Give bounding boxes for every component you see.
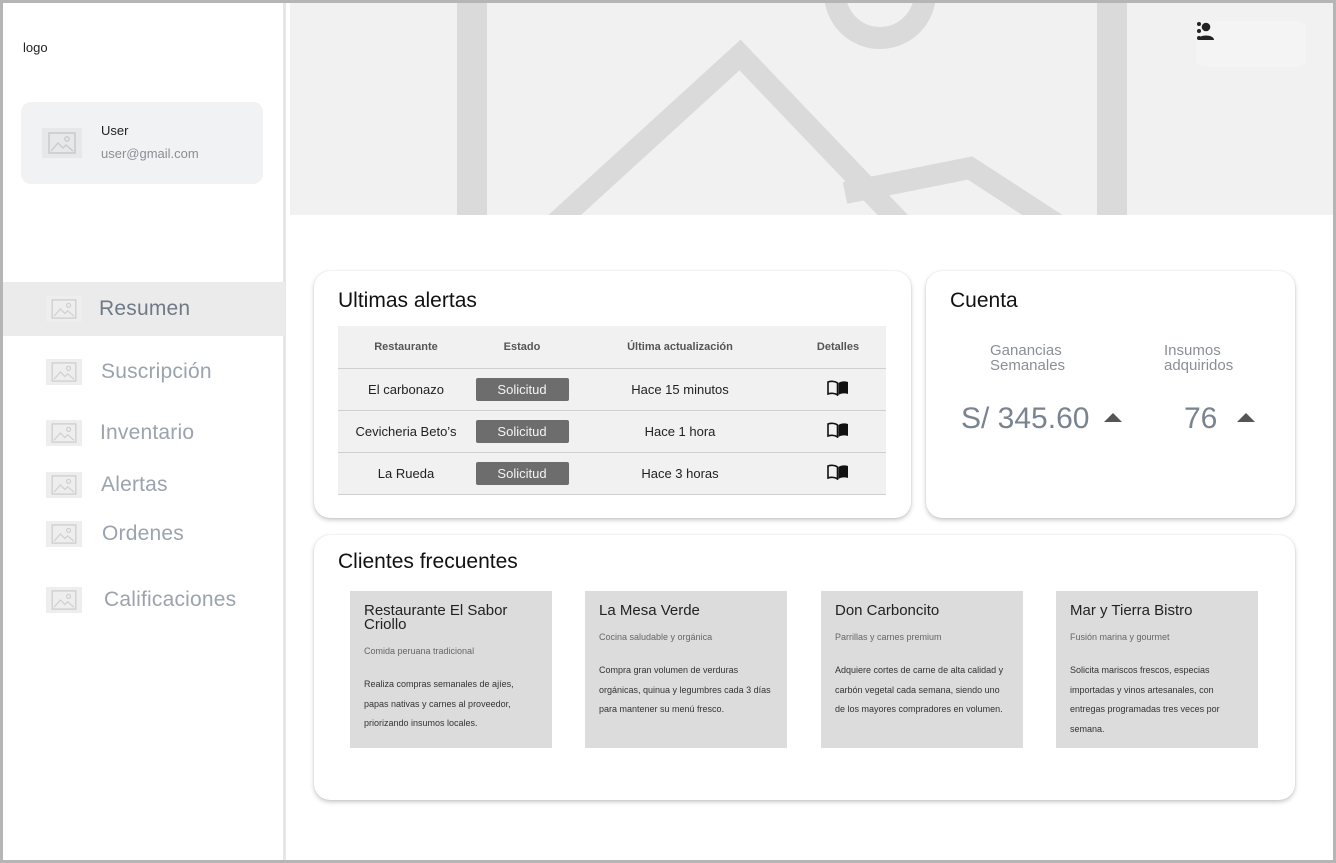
clients-card: Clientes frecuentes Restaurante El Sabor… — [314, 535, 1295, 800]
status-cell: Solicitud — [474, 452, 570, 495]
column-header: Estado — [474, 326, 570, 369]
client-description: Adquiere cortes de carne de alta calidad… — [835, 665, 1004, 714]
client-subtitle: Parrillas y carnes premium — [835, 632, 942, 642]
clients-title: Clientes frecuentes — [338, 550, 518, 573]
nav-label: Resumen — [99, 297, 191, 320]
nav-label: Alertas — [101, 473, 168, 496]
client-name: La Mesa Verde — [599, 602, 700, 619]
nav-label: Inventario — [100, 421, 195, 444]
alerts-title: Ultimas alertas — [338, 289, 477, 312]
supplies-value: 76 — [1184, 402, 1218, 435]
book-open-icon[interactable] — [827, 422, 849, 441]
nav-label: Ordenes — [102, 522, 184, 545]
image-placeholder-icon — [46, 472, 82, 498]
details-cell — [790, 368, 886, 411]
client-card[interactable]: Don Carboncito Parrillas y carnes premiu… — [821, 591, 1023, 748]
client-subtitle: Cocina saludable y orgánica — [599, 632, 713, 642]
nav-label: Calificaciones — [104, 588, 237, 611]
details-cell — [790, 410, 886, 453]
earnings-label: Ganancias Semanales — [990, 343, 1110, 373]
nav-label: Suscripción — [101, 360, 212, 383]
earnings-label-line: Semanales — [990, 357, 1066, 374]
nav-item-suscripcion[interactable]: Suscripción — [3, 345, 285, 399]
column-header: Última actualización — [570, 326, 790, 369]
status-badge[interactable]: Solicitud — [475, 461, 569, 485]
client-subtitle: Comida peruana tradicional — [364, 646, 475, 656]
more-vert-icon[interactable] — [1197, 22, 1286, 56]
client-card[interactable]: Restaurante El Sabor Criollo Comida peru… — [350, 591, 552, 748]
book-open-icon[interactable] — [827, 380, 849, 399]
supplies-label: Insumos adquiridos — [1164, 343, 1284, 373]
client-card[interactable]: Mar y Tierra Bistro Fusión marina y gour… — [1056, 591, 1258, 748]
sidebar: logo User user@gmail.com Resumen Suscrip… — [3, 3, 286, 860]
table-row[interactable]: Cevicheria Beto’s Solicitud Hace 1 hora — [338, 410, 886, 453]
user-card[interactable]: User user@gmail.com — [21, 102, 263, 184]
client-description: Compra gran volumen de verduras orgánica… — [599, 665, 771, 714]
alerts-card: Ultimas alertas Restaurante Estado Últim… — [314, 271, 911, 518]
table-header-row: Restaurante Estado Última actualización … — [338, 326, 886, 369]
column-header: Restaurante — [338, 326, 474, 369]
details-cell — [790, 452, 886, 495]
nav-item-alertas[interactable]: Alertas — [3, 458, 285, 512]
avatar — [42, 128, 82, 158]
alerts-table: Restaurante Estado Última actualización … — [338, 326, 886, 495]
earnings-value: S/ 345.60 — [961, 402, 1090, 435]
updated-cell: Hace 1 hora — [570, 410, 790, 453]
nav-item-ordenes[interactable]: Ordenes — [3, 507, 285, 561]
image-placeholder-icon — [48, 132, 76, 154]
logo[interactable]: logo — [23, 40, 48, 55]
image-placeholder-icon — [46, 420, 82, 446]
top-toolbar — [1196, 21, 1306, 67]
nav-item-inventario[interactable]: Inventario — [3, 406, 285, 460]
restaurant-cell: Cevicheria Beto’s — [338, 410, 474, 453]
user-email: user@gmail.com — [101, 146, 199, 161]
client-card[interactable]: La Mesa Verde Cocina saludable y orgánic… — [585, 591, 787, 748]
user-name: User — [101, 123, 129, 138]
trend-up-icon — [1237, 413, 1255, 422]
updated-cell: Hace 15 minutos — [570, 368, 790, 411]
column-header: Detalles — [790, 326, 886, 369]
status-cell: Solicitud — [474, 410, 570, 453]
person-icon[interactable] — [1198, 22, 1246, 56]
image-placeholder-icon — [457, 3, 1127, 215]
image-placeholder-icon — [46, 296, 82, 322]
restaurant-cell: El carbonazo — [338, 368, 474, 411]
client-description: Solicita mariscos frescos, especias impo… — [1070, 665, 1220, 734]
hero-banner — [290, 3, 1333, 215]
client-name: Restaurante El Sabor Criollo — [364, 602, 508, 633]
supplies-label-line: Insumos — [1164, 342, 1221, 359]
account-card: Cuenta Ganancias Semanales S/ 345.60 Ins… — [926, 271, 1295, 518]
restaurant-cell: La Rueda — [338, 452, 474, 495]
status-cell: Solicitud — [474, 368, 570, 411]
status-badge[interactable]: Solicitud — [475, 419, 569, 443]
image-placeholder-icon — [46, 587, 82, 613]
supplies-label-line: adquiridos — [1164, 357, 1234, 374]
earnings-label-line: Ganancias — [990, 342, 1062, 359]
image-placeholder-icon — [46, 359, 82, 385]
updated-cell: Hace 3 horas — [570, 452, 790, 495]
table-row[interactable]: La Rueda Solicitud Hace 3 horas — [338, 452, 886, 495]
client-name: Don Carboncito — [835, 602, 940, 619]
status-badge[interactable]: Solicitud — [475, 377, 569, 401]
client-description: Realiza compras semanales de ajíes, papa… — [364, 679, 514, 728]
image-placeholder-icon — [46, 521, 82, 547]
nav-item-resumen[interactable]: Resumen — [3, 282, 285, 336]
account-title: Cuenta — [950, 289, 1018, 312]
book-open-icon[interactable] — [827, 464, 849, 483]
table-row[interactable]: El carbonazo Solicitud Hace 15 minutos — [338, 368, 886, 411]
trend-up-icon — [1104, 413, 1122, 422]
client-name: Mar y Tierra Bistro — [1070, 602, 1193, 619]
nav-item-calificaciones[interactable]: Calificaciones — [3, 573, 285, 627]
client-subtitle: Fusión marina y gourmet — [1070, 632, 1170, 642]
